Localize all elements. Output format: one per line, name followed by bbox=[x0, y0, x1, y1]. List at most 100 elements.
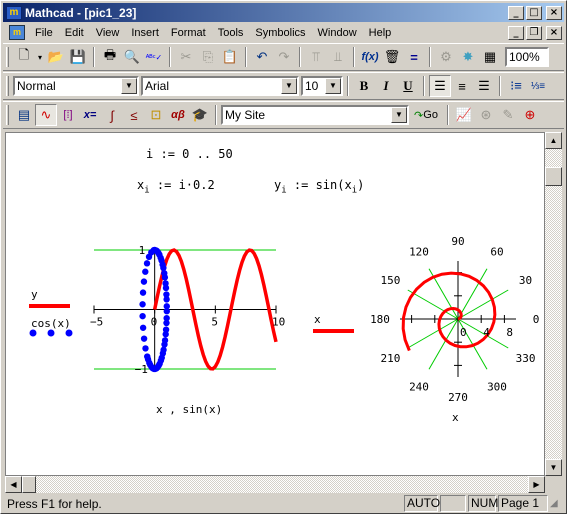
new-dropdown-icon[interactable]: ▾ bbox=[35, 46, 45, 68]
series-cos-point bbox=[142, 345, 149, 352]
toolbar-grip[interactable] bbox=[6, 47, 9, 67]
contour-plot-icon[interactable]: ⊕ bbox=[519, 104, 541, 126]
menu-symbolics[interactable]: Symbolics bbox=[249, 27, 311, 39]
surface-plot-icon[interactable]: ✎ bbox=[497, 104, 519, 126]
menu-window[interactable]: Window bbox=[312, 27, 363, 39]
align-down-icon[interactable]: ⫫ bbox=[327, 46, 349, 68]
numbered-list-icon[interactable]: ⅓≡ bbox=[527, 75, 549, 97]
status-blank bbox=[440, 495, 466, 512]
go-button[interactable]: ↷ Go bbox=[409, 104, 443, 126]
series-cos-point bbox=[162, 280, 169, 287]
print-icon[interactable]: 🖶 bbox=[99, 46, 121, 68]
horizontal-scrollbar[interactable]: ◀ ▶ bbox=[5, 476, 545, 493]
calculate-icon[interactable]: = bbox=[403, 46, 425, 68]
align-across-icon[interactable]: ⫪ bbox=[305, 46, 327, 68]
x-tick-label: 5 bbox=[211, 316, 218, 329]
x-tick-label: 10 bbox=[272, 316, 285, 329]
menu-format[interactable]: Format bbox=[165, 27, 212, 39]
insert-component-icon[interactable]: ⚙ bbox=[435, 46, 457, 68]
greek-icon[interactable]: αβ bbox=[167, 104, 189, 126]
font-size-select[interactable]: 10 ▼ bbox=[301, 76, 343, 96]
xy-plot-icon[interactable]: 📈 bbox=[453, 104, 475, 126]
math-toolbar: ▤ ∿ [⁞] x= ∫ ≤ ⊡ αβ 🎓 My Site ▼ ↷ Go 📈 ⊛ … bbox=[3, 101, 564, 129]
x-tick-label: −5 bbox=[90, 316, 103, 329]
resize-grip-icon[interactable]: ◢ bbox=[550, 498, 564, 509]
calculator-icon[interactable]: ▤ bbox=[13, 104, 35, 126]
underline-button[interactable]: U bbox=[397, 75, 419, 97]
maximize-button[interactable]: □ bbox=[526, 5, 542, 20]
symbolic-icon[interactable]: 🎓 bbox=[189, 104, 211, 126]
series-cos-point bbox=[159, 261, 166, 268]
chevron-down-icon[interactable]: ▼ bbox=[121, 78, 137, 94]
chevron-down-icon[interactable]: ▼ bbox=[281, 78, 297, 94]
doc-minimize-button[interactable]: _ bbox=[508, 25, 524, 40]
document-icon[interactable]: m bbox=[9, 25, 25, 40]
spell-check-icon[interactable]: ᴬᴮᶜ✓ bbox=[143, 46, 165, 68]
scroll-right-button[interactable]: ▶ bbox=[528, 476, 545, 493]
zoom-input[interactable]: 100% bbox=[505, 47, 549, 67]
mathcad-app-icon[interactable]: m bbox=[6, 5, 22, 20]
menu-view[interactable]: View bbox=[90, 27, 126, 39]
menu-help[interactable]: Help bbox=[363, 27, 398, 39]
cut-icon[interactable]: ✂ bbox=[175, 46, 197, 68]
status-bar: Press F1 for help. AUTO NUM Page 1 ◢ bbox=[3, 494, 564, 513]
series-cos-point bbox=[140, 335, 148, 342]
standard-toolbar: 🗋 ▾ 📂 💾 🖶 🔍 ᴬᴮᶜ✓ ✂ ⎘ 📋 ↶ ↷ ⫪ ⫫ f(x) 🗑 = … bbox=[3, 43, 564, 71]
font-select[interactable]: Arial ▼ bbox=[141, 76, 299, 96]
chevron-down-icon[interactable]: ▼ bbox=[391, 107, 407, 123]
menu-insert[interactable]: Insert bbox=[125, 27, 165, 39]
style-select[interactable]: Normal ▼ bbox=[13, 76, 139, 96]
worksheet[interactable]: i := 0 .. 50 xi := i·0.2 yi := sin(xi) y… bbox=[5, 132, 545, 476]
paste-icon[interactable]: 📋 bbox=[219, 46, 241, 68]
toolbar-grip[interactable] bbox=[6, 105, 9, 125]
xy-plot[interactable]: y cos(x) −5 0 5 10 1 −1 x , sin(x) bbox=[6, 133, 545, 476]
align-center-icon[interactable]: ≡ bbox=[451, 75, 473, 97]
polar-plot-icon[interactable]: ⊛ bbox=[475, 104, 497, 126]
redo-icon[interactable]: ↷ bbox=[273, 46, 295, 68]
scroll-left-button[interactable]: ◀ bbox=[5, 476, 22, 493]
series-cos-point bbox=[157, 254, 164, 261]
new-icon[interactable]: 🗋 bbox=[13, 46, 35, 68]
align-right-icon[interactable]: ☰ bbox=[473, 75, 495, 97]
insert-function-icon[interactable]: f(x) bbox=[359, 46, 381, 68]
programming-icon[interactable]: ⊡ bbox=[145, 104, 167, 126]
evaluation-icon[interactable]: x= bbox=[79, 104, 101, 126]
resource-center-icon[interactable]: ✸ bbox=[457, 46, 479, 68]
menu-tools[interactable]: Tools bbox=[212, 27, 250, 39]
legend-label-y: y bbox=[31, 288, 38, 301]
scroll-down-button[interactable]: ▼ bbox=[545, 459, 562, 476]
insert-table-icon[interactable]: ▦ bbox=[479, 46, 501, 68]
doc-restore-button[interactable]: ❐ bbox=[526, 25, 542, 40]
vertical-scroll-thumb[interactable] bbox=[545, 167, 562, 186]
toolbar-grip[interactable] bbox=[6, 76, 9, 96]
open-icon[interactable]: 📂 bbox=[45, 46, 67, 68]
graph-icon[interactable]: ∿ bbox=[35, 104, 57, 126]
minimize-button[interactable]: _ bbox=[508, 5, 524, 20]
status-help-text: Press F1 for help. bbox=[7, 496, 102, 511]
boolean-icon[interactable]: ≤ bbox=[123, 104, 145, 126]
italic-button[interactable]: I bbox=[375, 75, 397, 97]
bullet-list-icon[interactable]: ⁝≡ bbox=[505, 75, 527, 97]
close-button[interactable]: × bbox=[546, 5, 562, 20]
series-cos-point bbox=[139, 301, 146, 308]
undo-icon[interactable]: ↶ bbox=[251, 46, 273, 68]
matrix-icon[interactable]: [⁞] bbox=[57, 104, 79, 126]
mathcad-window: m Mathcad - [pic1_23] _ □ × m File Edit … bbox=[0, 0, 567, 514]
url-select[interactable]: My Site ▼ bbox=[221, 105, 409, 125]
scroll-up-button[interactable]: ▲ bbox=[545, 132, 562, 149]
copy-icon[interactable]: ⎘ bbox=[197, 46, 219, 68]
bold-button[interactable]: B bbox=[353, 75, 375, 97]
print-preview-icon[interactable]: 🔍 bbox=[121, 46, 143, 68]
doc-close-button[interactable]: × bbox=[546, 25, 562, 40]
save-icon[interactable]: 💾 bbox=[67, 46, 89, 68]
insert-unit-icon[interactable]: 🗑 bbox=[381, 46, 403, 68]
vertical-scrollbar[interactable]: ▲ ▼ bbox=[545, 132, 562, 476]
window-title: Mathcad - [pic1_23] bbox=[25, 5, 137, 20]
chevron-down-icon[interactable]: ▼ bbox=[325, 78, 341, 94]
horizontal-scroll-thumb[interactable] bbox=[22, 476, 36, 493]
menu-file[interactable]: File bbox=[29, 27, 59, 39]
menu-edit[interactable]: Edit bbox=[59, 27, 90, 39]
calculus-icon[interactable]: ∫ bbox=[101, 104, 123, 126]
align-left-icon[interactable]: ☰ bbox=[429, 75, 451, 97]
series-cos-point bbox=[158, 354, 165, 361]
